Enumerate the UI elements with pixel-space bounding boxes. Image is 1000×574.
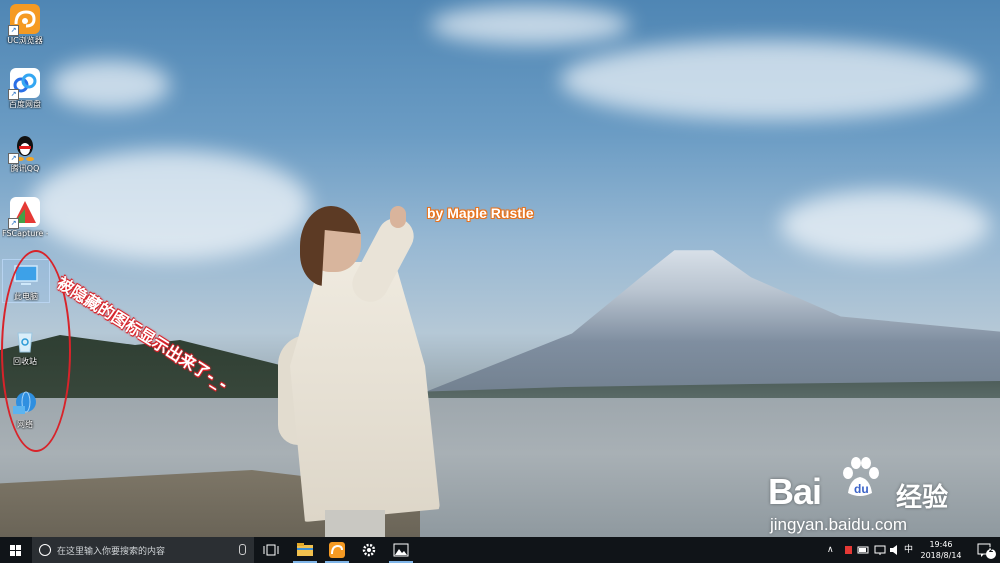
desktop-icon-label: UC浏览器 bbox=[7, 36, 43, 45]
cloud bbox=[50, 60, 170, 110]
taskbar: 在这里输入你要搜索的内容 ∧ 中 19:46 2018/8/14 2 bbox=[0, 537, 1000, 563]
baidu-jingyan-watermark: Bai du 经验 jingyan.baidu.com bbox=[768, 455, 993, 537]
photos-icon bbox=[393, 543, 409, 557]
taskbar-file-explorer[interactable] bbox=[290, 537, 320, 563]
gear-icon bbox=[362, 543, 376, 557]
author-byline: by Maple Rustle bbox=[427, 205, 534, 221]
svg-text:du: du bbox=[854, 482, 869, 496]
fscapture-icon: ↗ bbox=[8, 197, 40, 229]
desktop-icon-fscapture[interactable]: ↗ FSCapture - 快捷方式 bbox=[2, 197, 48, 239]
desktop-icon-label: FSCapture - 快捷方式 bbox=[2, 229, 48, 238]
qq-penguin-icon: ↗ bbox=[8, 132, 40, 164]
notification-count-badge: 2 bbox=[988, 546, 994, 554]
cloud bbox=[30, 150, 310, 260]
uc-browser-icon bbox=[329, 542, 345, 558]
clock-date: 2018/8/14 bbox=[920, 551, 962, 560]
desktop-icon-qq[interactable]: ↗ 腾讯QQ bbox=[2, 132, 48, 174]
desktop-icon-label: 腾讯QQ bbox=[10, 164, 40, 173]
taskbar-search-box[interactable]: 在这里输入你要搜索的内容 bbox=[32, 537, 254, 563]
cloud bbox=[560, 40, 980, 120]
notification-icon bbox=[977, 543, 996, 559]
show-hidden-icons-chevron-icon[interactable]: ∧ bbox=[827, 537, 834, 563]
watermark-brand: Bai bbox=[768, 471, 822, 512]
desktop: ↗ UC浏览器 ↗ 百度网盘 ↗ 腾讯QQ ↗ FSCapture - 快捷方式… bbox=[0, 0, 1000, 537]
watermark-url: jingyan.baidu.com bbox=[770, 515, 908, 534]
cloud bbox=[780, 190, 990, 260]
volume-icon[interactable] bbox=[888, 537, 902, 563]
network-tray-icon[interactable] bbox=[873, 537, 887, 563]
desktop-icon-uc-browser[interactable]: ↗ UC浏览器 bbox=[2, 4, 48, 46]
baidu-netdisk-icon: ↗ bbox=[8, 68, 40, 100]
shortcut-arrow-icon: ↗ bbox=[8, 218, 19, 229]
woman-hand bbox=[390, 206, 406, 228]
desktop-icon-baidu-netdisk[interactable]: ↗ 百度网盘 bbox=[2, 68, 48, 110]
windows-logo-icon bbox=[10, 545, 21, 556]
baidu-paw-icon: du bbox=[843, 457, 879, 496]
clock-time: 19:46 bbox=[929, 540, 953, 549]
task-view-icon bbox=[263, 544, 279, 556]
microphone-icon[interactable] bbox=[239, 544, 246, 555]
taskbar-clock[interactable]: 19:46 2018/8/14 bbox=[917, 539, 965, 561]
woman-legs bbox=[325, 510, 385, 537]
taskbar-settings[interactable] bbox=[354, 537, 384, 563]
taskbar-photos[interactable] bbox=[386, 537, 416, 563]
uc-browser-icon: ↗ bbox=[8, 4, 40, 36]
shortcut-arrow-icon: ↗ bbox=[8, 89, 19, 100]
search-placeholder: 在这里输入你要搜索的内容 bbox=[57, 547, 166, 557]
start-button[interactable] bbox=[0, 537, 32, 563]
taskbar-uc-browser[interactable] bbox=[322, 537, 352, 563]
app-tray-icon[interactable] bbox=[843, 537, 855, 563]
input-method-indicator[interactable]: 中 bbox=[904, 537, 913, 563]
shortcut-arrow-icon: ↗ bbox=[8, 153, 19, 164]
watermark-suffix: 经验 bbox=[896, 483, 949, 513]
action-center-button[interactable]: 2 bbox=[970, 537, 1000, 563]
cloud bbox=[430, 5, 630, 45]
shortcut-arrow-icon: ↗ bbox=[8, 25, 19, 36]
task-view-button[interactable] bbox=[256, 537, 286, 563]
battery-icon[interactable] bbox=[857, 537, 871, 563]
cortana-icon bbox=[39, 544, 51, 556]
folder-icon bbox=[297, 543, 313, 556]
desktop-icon-label: 百度网盘 bbox=[9, 100, 41, 109]
